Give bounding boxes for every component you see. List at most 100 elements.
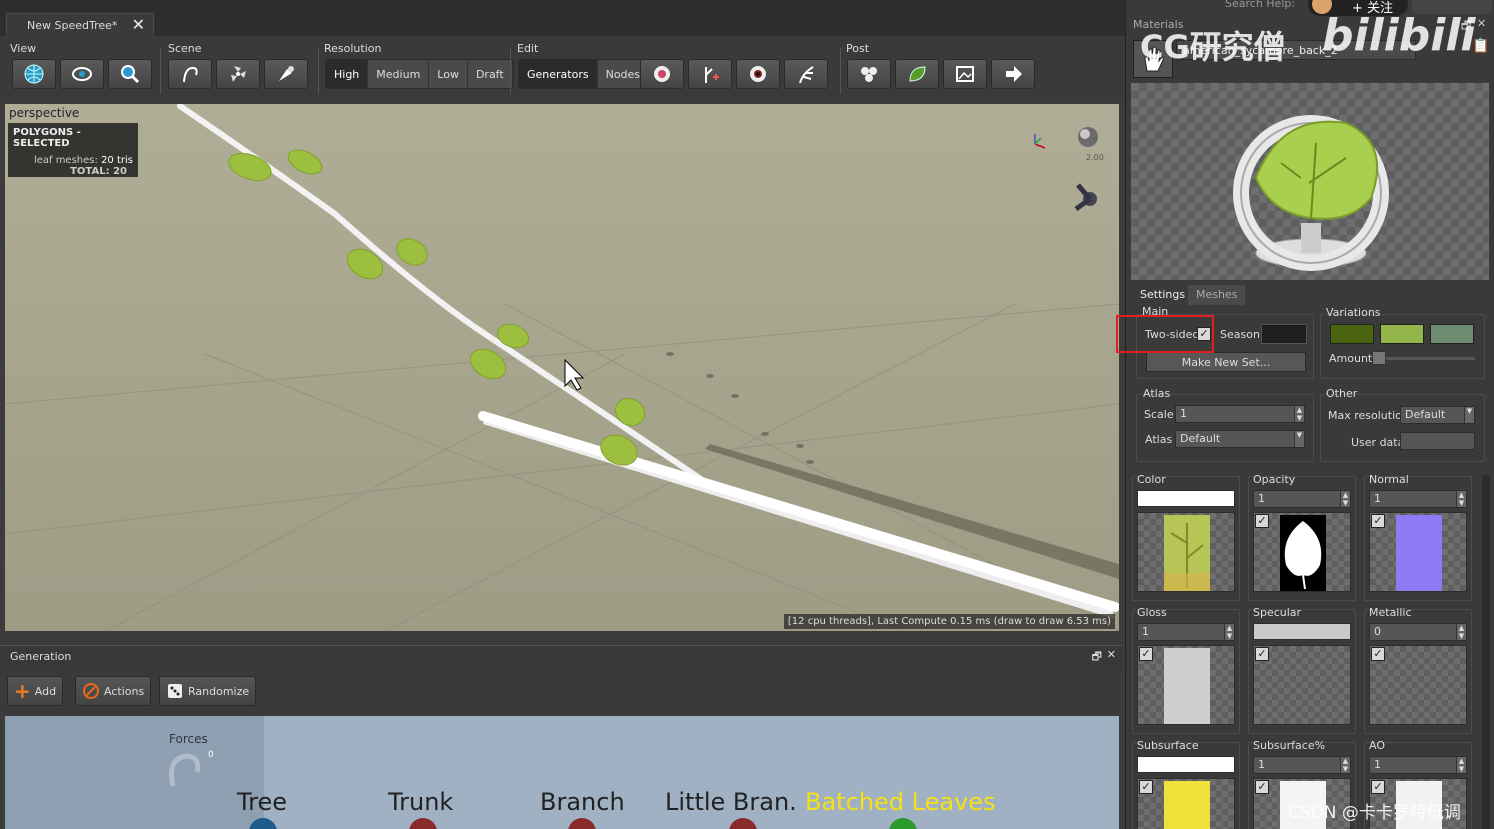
gloss-field[interactable]: 1 ▲ ▼ [1137,623,1235,641]
resolution-draft-option[interactable]: Draft [467,60,513,88]
subsurface-percent-spinner[interactable]: ▲ ▼ [1340,757,1350,773]
ao-map-checkbox[interactable]: ✓ [1371,780,1385,794]
add-generator-button[interactable]: + Add [7,676,64,706]
randomize-label: Randomize [188,684,250,698]
amount-slider-handle[interactable] [1372,351,1386,365]
scale-label: Scale [1144,408,1174,421]
compute-status: [12 cpu threads], Last Compute 0.15 ms (… [783,614,1115,629]
resolution-low-option[interactable]: Low [429,60,468,88]
edit-wind-button[interactable] [784,59,828,89]
node-branch[interactable]: Branch [540,788,625,816]
tab-meshes[interactable]: Meshes [1188,285,1246,305]
color-swatch[interactable] [1137,490,1235,507]
scene-curve-button[interactable] [168,59,212,89]
tab-settings[interactable]: Settings [1132,285,1194,305]
add-label: Add [34,684,57,698]
subsurface-percent-field[interactable]: 1 ▲ ▼ [1253,756,1351,774]
ao-spinner[interactable]: ▲ ▼ [1456,757,1466,773]
edit-eye-button[interactable] [736,59,780,89]
node-tree[interactable]: Tree [237,788,287,816]
resolution-medium-option[interactable]: Medium [368,60,430,88]
close-tab-icon[interactable]: ✕ [132,15,145,34]
variation-color-2[interactable] [1380,324,1424,344]
color-texture-thumb[interactable] [1137,512,1235,592]
document-tab[interactable]: New SpeedTree* ✕ [6,13,154,36]
scene-fan-button[interactable] [216,59,260,89]
close-materials-icon[interactable]: ✕ [1477,17,1486,30]
season-label: Season [1220,328,1260,341]
gloss-map-label: Gloss [1137,606,1167,619]
subsurface-percent-checkbox[interactable]: ✓ [1255,780,1269,794]
atlas-select[interactable]: Default ▼ [1175,430,1305,448]
subsurface-swatch[interactable] [1137,756,1235,773]
variation-color-1[interactable] [1330,324,1374,344]
scale-field[interactable]: 1 ▲ ▼ [1175,405,1305,423]
actions-icon [83,683,99,699]
node-trunk[interactable]: Trunk [388,788,453,816]
season-swatch[interactable] [1261,324,1307,344]
material-preview[interactable] [1131,83,1489,280]
map-grid: Color ✓ Opacity 1 ▲▼ ✓ Normal 1 ▲▼ ✓ Gloss… [1131,468,1484,829]
randomize-button[interactable]: Randomize [159,676,257,706]
close-panel-icon[interactable]: ✕ [1107,648,1116,661]
magnifier-icon [121,65,140,84]
follow-badge[interactable]: + 关注 [1308,0,1408,16]
post-lod-button[interactable] [847,59,891,89]
scale-spinner[interactable]: ▲ ▼ [1294,406,1304,422]
actions-button[interactable]: Actions [75,676,152,706]
node-batched-leaves[interactable]: Batched Leaves [805,788,996,816]
other-group-label: Other [1326,387,1358,400]
normal-spinner[interactable]: ▲ ▼ [1456,491,1466,507]
stats-total-row: TOTAL: 20 [13,166,133,177]
search-help-label: Search Help: [1225,0,1296,10]
branch-plus-icon [705,67,719,83]
normal-map-checkbox[interactable]: ✓ [1371,514,1385,528]
amount-slider[interactable] [1372,357,1475,360]
user-data-field[interactable] [1400,432,1475,450]
edit-paint-button[interactable] [640,59,684,89]
subsurface-map-checkbox[interactable]: ✓ [1139,780,1153,794]
atlas-value: Default [1180,432,1221,445]
perspective-viewport[interactable]: perspective POLYGONS - SELECTED leaf mes… [5,104,1119,631]
user-data-label: User data [1351,436,1405,449]
orbit-view-button[interactable] [60,59,104,89]
subsurface-map-label: Subsurface [1137,739,1199,752]
node-little-branches[interactable]: Little Bran. [665,788,797,816]
metallic-field[interactable]: 0 ▲ ▼ [1369,623,1467,641]
float-panel-icon[interactable]: 🗗 [1092,648,1102,667]
opacity-field[interactable]: 1 ▲ ▼ [1253,490,1351,508]
metallic-map-checkbox[interactable]: ✓ [1371,647,1385,661]
specular-swatch[interactable] [1253,623,1351,640]
opacity-spinner[interactable]: ▲ ▼ [1340,491,1350,507]
stats-leaf-label: leaf meshes: [33,155,98,166]
post-leaf-button[interactable] [895,59,939,89]
make-new-set-button[interactable]: Make New Set... [1146,352,1306,372]
edit-generators-option[interactable]: Generators [519,60,598,88]
edit-add-branch-button[interactable] [688,59,732,89]
normal-field[interactable]: 1 ▲ ▼ [1369,490,1467,508]
gloss-spinner[interactable]: ▲ ▼ [1224,624,1234,640]
zoom-view-button[interactable] [108,59,152,89]
scene-group-label: Scene [168,42,202,55]
generation-title: Generation [10,650,72,663]
resolution-high-option[interactable]: High [326,60,369,88]
amount-label: Amount [1329,352,1373,365]
variation-color-3[interactable] [1430,324,1474,344]
opacity-map-checkbox[interactable]: ✓ [1255,514,1269,528]
globe-view-button[interactable] [12,59,56,89]
post-export-image-button[interactable] [943,59,987,89]
gloss-map-checkbox[interactable]: ✓ [1139,647,1153,661]
specular-map-checkbox[interactable]: ✓ [1255,647,1269,661]
materials-scrollbar[interactable] [1482,475,1490,829]
top-right-button[interactable] [1412,0,1492,14]
curve-arrow-icon [183,66,198,83]
wind-tree-icon [799,66,814,84]
edit-group: Edit Generators Nodes [513,38,838,96]
generator-graph[interactable]: Forces 0 Tree Trunk Branch Little Bran. … [5,716,1119,829]
resolution-group: Resolution High Medium Low Draft [320,38,514,96]
metallic-spinner[interactable]: ▲ ▼ [1456,624,1466,640]
ao-field[interactable]: 1 ▲ ▼ [1369,756,1467,774]
post-export-button[interactable] [991,59,1035,89]
max-resolution-select[interactable]: Default ▼ [1400,406,1475,424]
scene-light-button[interactable] [264,59,308,89]
